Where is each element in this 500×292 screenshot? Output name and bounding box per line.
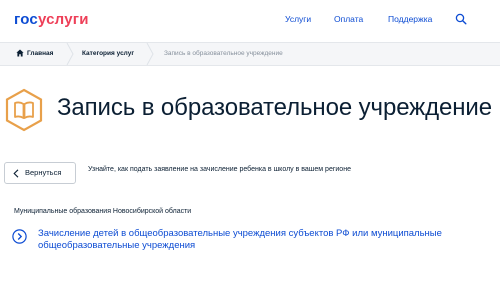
chevron-left-icon bbox=[13, 169, 19, 178]
logo-part-gos: гос bbox=[14, 11, 38, 28]
book-icon bbox=[5, 88, 43, 132]
home-icon bbox=[16, 49, 24, 57]
search-icon[interactable] bbox=[455, 13, 467, 25]
breadcrumb-home[interactable]: Главная bbox=[16, 43, 53, 65]
header: госуслуги Услуги Оплата Поддержка bbox=[0, 0, 500, 40]
service-link[interactable]: Зачисление детей в общеобразовательные у… bbox=[12, 228, 492, 258]
logo-part-uslugi: услуги bbox=[37, 11, 89, 28]
breadcrumb-category[interactable]: Категория услуг bbox=[82, 43, 134, 65]
breadcrumb-separator-icon bbox=[146, 43, 154, 65]
nav-payment[interactable]: Оплата bbox=[334, 14, 363, 24]
info-text: Узнайте, как подать заявление на зачисле… bbox=[88, 166, 351, 173]
breadcrumb-home-label: Главная bbox=[27, 50, 54, 57]
breadcrumb-current: Запись в образовательное учреждение bbox=[164, 50, 283, 57]
nav-services[interactable]: Услуги bbox=[285, 14, 311, 24]
chevron-circle-right-icon bbox=[12, 229, 27, 244]
back-button[interactable]: Вернуться bbox=[4, 162, 76, 184]
page-title: Запись в образовательное учреждение bbox=[57, 94, 492, 121]
nav-support[interactable]: Поддержка bbox=[388, 14, 432, 24]
gosuslugi-logo[interactable]: госуслуги bbox=[14, 11, 89, 28]
back-button-label: Вернуться bbox=[25, 168, 62, 177]
breadcrumb-separator-icon bbox=[66, 43, 74, 65]
service-link-text[interactable]: Зачисление детей в общеобразовательные у… bbox=[38, 228, 488, 252]
section-label: Муниципальные образования Новосибирской … bbox=[14, 208, 192, 215]
breadcrumb: Главная Категория услуг Запись в образов… bbox=[0, 42, 500, 66]
